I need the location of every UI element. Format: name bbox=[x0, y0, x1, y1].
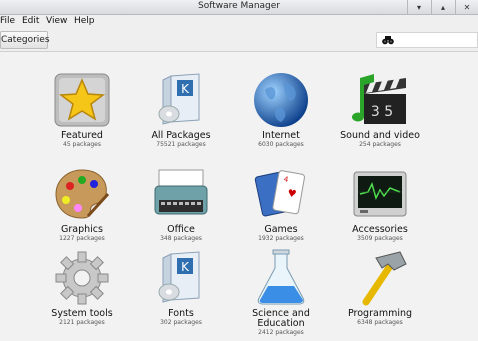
category-accessories[interactable]: Accessories 3509 packages bbox=[335, 164, 425, 243]
package-count: 6030 packages bbox=[258, 141, 304, 148]
window-menu-button[interactable]: ▾ bbox=[407, 0, 430, 14]
category-label: All Packages bbox=[151, 130, 211, 141]
package-count: 45 packages bbox=[63, 141, 101, 148]
category-games[interactable]: 4 ♥ Games 1932 packages bbox=[236, 164, 326, 243]
menu-file[interactable]: File bbox=[0, 16, 15, 26]
category-label: Programming bbox=[347, 308, 413, 319]
package-count: 1932 packages bbox=[258, 235, 304, 242]
category-label: System tools bbox=[51, 308, 113, 319]
hammer-icon bbox=[350, 248, 410, 308]
package-count: 1227 packages bbox=[59, 235, 105, 242]
music-clapperboard-icon: 3 5 bbox=[350, 70, 410, 130]
category-label: Games bbox=[264, 224, 298, 235]
category-programming[interactable]: Programming 6348 packages bbox=[335, 248, 425, 327]
typewriter-icon bbox=[151, 164, 211, 224]
category-internet[interactable]: Internet 6030 packages bbox=[236, 70, 326, 149]
package-count: 75521 packages bbox=[156, 141, 206, 148]
category-label: Fonts bbox=[168, 308, 194, 319]
category-fonts[interactable]: K Fonts 302 packages bbox=[136, 248, 226, 327]
search-field[interactable] bbox=[376, 32, 478, 48]
category-label: Accessories bbox=[352, 224, 408, 235]
category-label: Internet bbox=[262, 130, 300, 141]
package-count: 2121 packages bbox=[59, 319, 105, 326]
title-bar: Software Manager ▾ ▴ ✕ bbox=[0, 0, 478, 15]
oscilloscope-icon bbox=[350, 164, 410, 224]
package-count: 302 packages bbox=[160, 319, 202, 326]
category-label: Science and Education bbox=[252, 308, 310, 329]
category-label: Featured bbox=[61, 130, 103, 141]
star-icon bbox=[52, 70, 112, 130]
category-grid: Featured 45 packages K All Packages 7552… bbox=[0, 52, 478, 341]
category-label: Office bbox=[167, 224, 195, 235]
svg-text:K: K bbox=[181, 260, 190, 274]
package-count: 348 packages bbox=[160, 235, 202, 242]
package-box-icon: K bbox=[151, 70, 211, 130]
gear-icon bbox=[52, 248, 112, 308]
package-count: 254 packages bbox=[359, 141, 401, 148]
maximize-button[interactable]: ▴ bbox=[431, 0, 454, 14]
svg-text:3 5: 3 5 bbox=[371, 104, 393, 120]
menu-edit[interactable]: Edit bbox=[22, 16, 39, 26]
category-label: Sound and video bbox=[340, 130, 420, 141]
globe-icon bbox=[251, 70, 311, 130]
close-button[interactable]: ✕ bbox=[455, 0, 478, 14]
font-package-icon: K bbox=[151, 248, 211, 308]
categories-button[interactable]: Categories bbox=[0, 31, 50, 49]
menu-view[interactable]: View bbox=[46, 16, 67, 26]
menu-bar: File Edit View Help bbox=[0, 15, 478, 29]
category-system-tools[interactable]: System tools 2121 packages bbox=[37, 248, 127, 327]
category-featured[interactable]: Featured 45 packages bbox=[37, 70, 127, 149]
package-count: 6348 packages bbox=[357, 319, 403, 326]
menu-help[interactable]: Help bbox=[74, 16, 95, 26]
paint-palette-icon bbox=[52, 164, 112, 224]
svg-text:K: K bbox=[181, 82, 190, 96]
category-graphics[interactable]: Graphics 1227 packages bbox=[37, 164, 127, 243]
category-label: Graphics bbox=[61, 224, 103, 235]
category-sound-and-video[interactable]: 3 5 Sound and video 254 packages bbox=[335, 70, 425, 149]
toolbar: Categories bbox=[0, 29, 478, 52]
svg-text:♥: ♥ bbox=[286, 188, 297, 200]
flask-icon bbox=[251, 248, 311, 308]
package-count: 3509 packages bbox=[357, 235, 403, 242]
category-all-packages[interactable]: K All Packages 75521 packages bbox=[136, 70, 226, 149]
category-science-and-education[interactable]: Science and Education 2412 packages bbox=[236, 248, 326, 337]
package-count: 2412 packages bbox=[258, 329, 304, 336]
playing-cards-icon: 4 ♥ bbox=[251, 164, 311, 224]
category-office[interactable]: Office 348 packages bbox=[136, 164, 226, 243]
binoculars-icon[interactable] bbox=[382, 35, 394, 45]
